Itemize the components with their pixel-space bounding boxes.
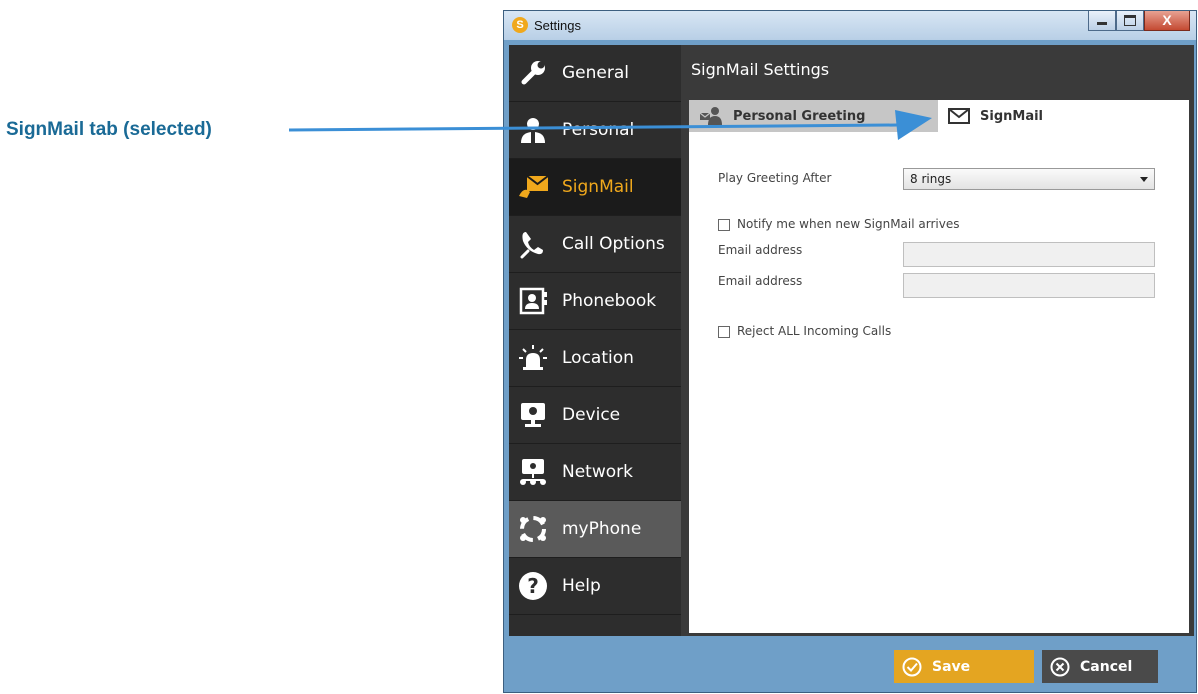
envelope-icon — [948, 108, 970, 124]
chevron-down-icon — [1140, 177, 1148, 182]
sidebar-item-general[interactable]: General — [509, 45, 681, 102]
myphone-ring-icon — [516, 512, 550, 546]
email-label-2: Email address — [718, 274, 803, 288]
reject-calls-checkbox[interactable] — [718, 326, 730, 338]
close-circle-icon — [1050, 657, 1070, 676]
email-label-1: Email address — [718, 243, 803, 257]
sidebar-item-label: Network — [562, 462, 633, 482]
close-button[interactable]: X — [1144, 11, 1190, 31]
sidebar-item-call-options[interactable]: Call Options — [509, 216, 681, 273]
save-label: Save — [932, 658, 971, 675]
sidebar-item-location[interactable]: Location — [509, 330, 681, 387]
phone-wrench-icon — [516, 227, 550, 261]
settings-content: SignMail Settings Personal Greeting Sign… — [681, 45, 1194, 636]
app-logo-icon: S — [512, 17, 528, 33]
page-title: SignMail Settings — [691, 60, 830, 79]
cancel-button[interactable]: Cancel — [1042, 650, 1158, 683]
sidebar-item-label: Help — [562, 576, 601, 596]
sidebar-item-label: Device — [562, 405, 621, 425]
phonebook-icon — [516, 284, 550, 318]
email-field-2[interactable] — [903, 273, 1155, 298]
person-icon — [516, 113, 550, 147]
webcam-icon — [516, 398, 550, 432]
maximize-button[interactable] — [1116, 11, 1144, 31]
tab-label: SignMail — [980, 108, 1044, 124]
tab-personal-greeting[interactable]: Personal Greeting — [689, 100, 938, 132]
minimize-button[interactable] — [1088, 11, 1116, 31]
greeting-icon — [699, 107, 722, 125]
signmail-icon — [516, 170, 550, 204]
save-button[interactable]: Save — [894, 650, 1034, 683]
sidebar-item-label: General — [562, 63, 629, 83]
sidebar-item-help[interactable]: ? Help — [509, 558, 681, 615]
sidebar-item-network[interactable]: Network — [509, 444, 681, 501]
signmail-panel: Personal Greeting SignMail Play Greeting… — [689, 100, 1189, 633]
help-icon: ? — [516, 569, 550, 603]
notify-label: Notify me when new SignMail arrives — [737, 217, 960, 231]
sidebar-item-device[interactable]: Device — [509, 387, 681, 444]
sidebar-item-label: myPhone — [562, 519, 642, 539]
sidebar-item-signmail[interactable]: SignMail — [509, 159, 681, 216]
tab-signmail[interactable]: SignMail — [938, 100, 1189, 132]
window-title: Settings — [534, 18, 581, 33]
check-circle-icon — [902, 657, 922, 676]
sidebar-item-phonebook[interactable]: Phonebook — [509, 273, 681, 330]
sidebar-item-label: SignMail — [562, 177, 634, 197]
tab-label: Personal Greeting — [733, 108, 866, 124]
wrench-icon — [516, 56, 550, 90]
cancel-label: Cancel — [1080, 658, 1133, 675]
sidebar-item-label: Personal — [562, 120, 635, 140]
svg-text:?: ? — [527, 574, 539, 598]
play-greeting-value: 8 rings — [910, 172, 952, 186]
settings-window: S Settings X General Personal SignMail C… — [503, 10, 1197, 693]
settings-sidebar: General Personal SignMail Call Options P… — [509, 45, 681, 636]
callout-label: SignMail tab (selected) — [6, 119, 212, 140]
play-greeting-select[interactable]: 8 rings — [903, 168, 1155, 190]
sidebar-item-myphone[interactable]: myPhone — [509, 501, 681, 558]
network-icon — [516, 455, 550, 489]
sidebar-item-label: Phonebook — [562, 291, 657, 311]
play-greeting-label: Play Greeting After — [718, 171, 832, 185]
notify-checkbox[interactable] — [718, 219, 730, 231]
email-field-1[interactable] — [903, 242, 1155, 267]
reject-calls-label: Reject ALL Incoming Calls — [737, 324, 892, 338]
sidebar-item-label: Location — [562, 348, 634, 368]
title-bar: S Settings X — [504, 11, 1196, 40]
sidebar-item-personal[interactable]: Personal — [509, 102, 681, 159]
sidebar-item-label: Call Options — [562, 234, 665, 254]
siren-icon — [516, 341, 550, 375]
